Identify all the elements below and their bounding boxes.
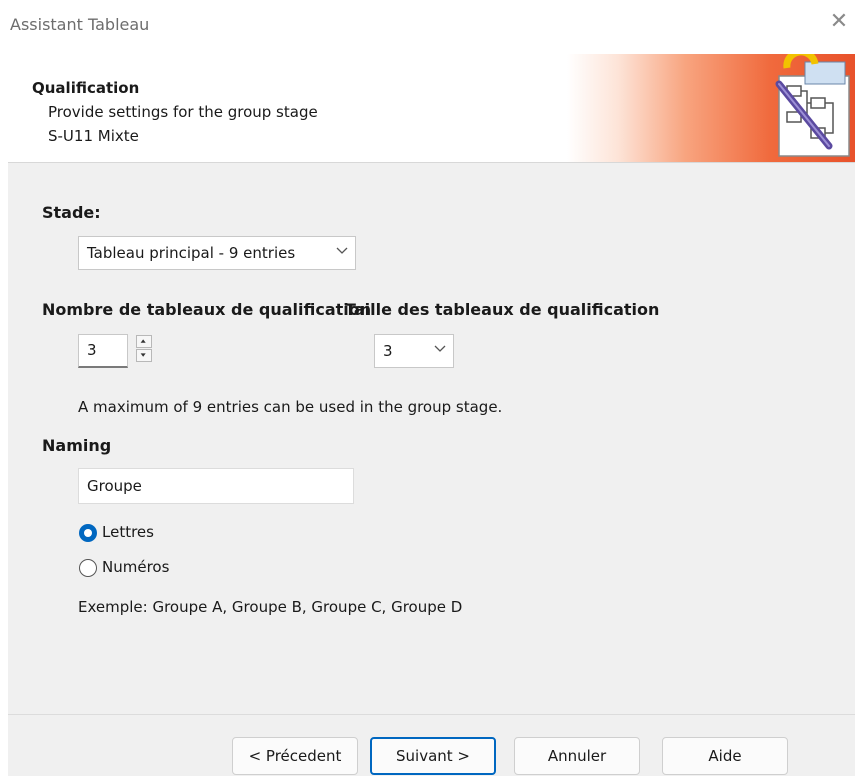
window-title: Assistant Tableau xyxy=(10,15,150,34)
next-button[interactable]: Suivant > xyxy=(370,737,496,775)
header-title: Qualification xyxy=(32,79,140,97)
header-subtitle: Provide settings for the group stage xyxy=(48,103,318,121)
qualification-count-input[interactable]: 3 xyxy=(78,334,128,368)
naming-input-value: Groupe xyxy=(87,477,142,495)
header-event: S-U11 Mixte xyxy=(48,127,139,145)
radio-unselected-icon xyxy=(79,559,97,577)
chevron-down-icon xyxy=(336,247,348,254)
naming-input[interactable]: Groupe xyxy=(78,468,354,504)
arrow-up-icon[interactable] xyxy=(136,335,152,348)
close-icon[interactable]: ✕ xyxy=(827,10,851,34)
footer-divider xyxy=(8,714,855,715)
qualification-count-label: Nombre de tableaux de qualification xyxy=(42,300,372,319)
stage-label: Stade: xyxy=(42,203,101,222)
wizard-logo-icon xyxy=(775,54,850,157)
radio-lettres-label: Lettres xyxy=(102,523,154,541)
cancel-button[interactable]: Annuler xyxy=(514,737,640,775)
wizard-header: Qualification Provide settings for the g… xyxy=(8,54,855,163)
qualification-count-value: 3 xyxy=(87,341,97,359)
radio-lettres[interactable]: Lettres xyxy=(78,522,198,544)
help-button[interactable]: Aide xyxy=(662,737,788,775)
wizard-window: Assistant Tableau ✕ Qualification Provid… xyxy=(8,0,855,776)
naming-example: Exemple: Groupe A, Groupe B, Groupe C, G… xyxy=(78,598,463,616)
naming-label: Naming xyxy=(42,436,112,455)
radio-selected-icon xyxy=(79,524,97,542)
stage-select[interactable]: Tableau principal - 9 entries xyxy=(78,236,356,270)
stage-select-value: Tableau principal - 9 entries xyxy=(87,244,296,262)
chevron-down-icon xyxy=(434,345,446,352)
previous-button[interactable]: < Précedent xyxy=(232,737,358,775)
qualification-size-label: Taille des tableaux de qualification xyxy=(345,300,660,319)
qualification-size-select[interactable]: 3 xyxy=(374,334,454,368)
title-bar: Assistant Tableau ✕ xyxy=(8,0,855,54)
arrow-down-icon[interactable] xyxy=(136,349,152,362)
radio-numeros-label: Numéros xyxy=(102,558,170,576)
qualification-note: A maximum of 9 entries can be used in th… xyxy=(78,398,503,416)
qualification-size-value: 3 xyxy=(383,342,393,360)
radio-numeros[interactable]: Numéros xyxy=(78,557,198,579)
